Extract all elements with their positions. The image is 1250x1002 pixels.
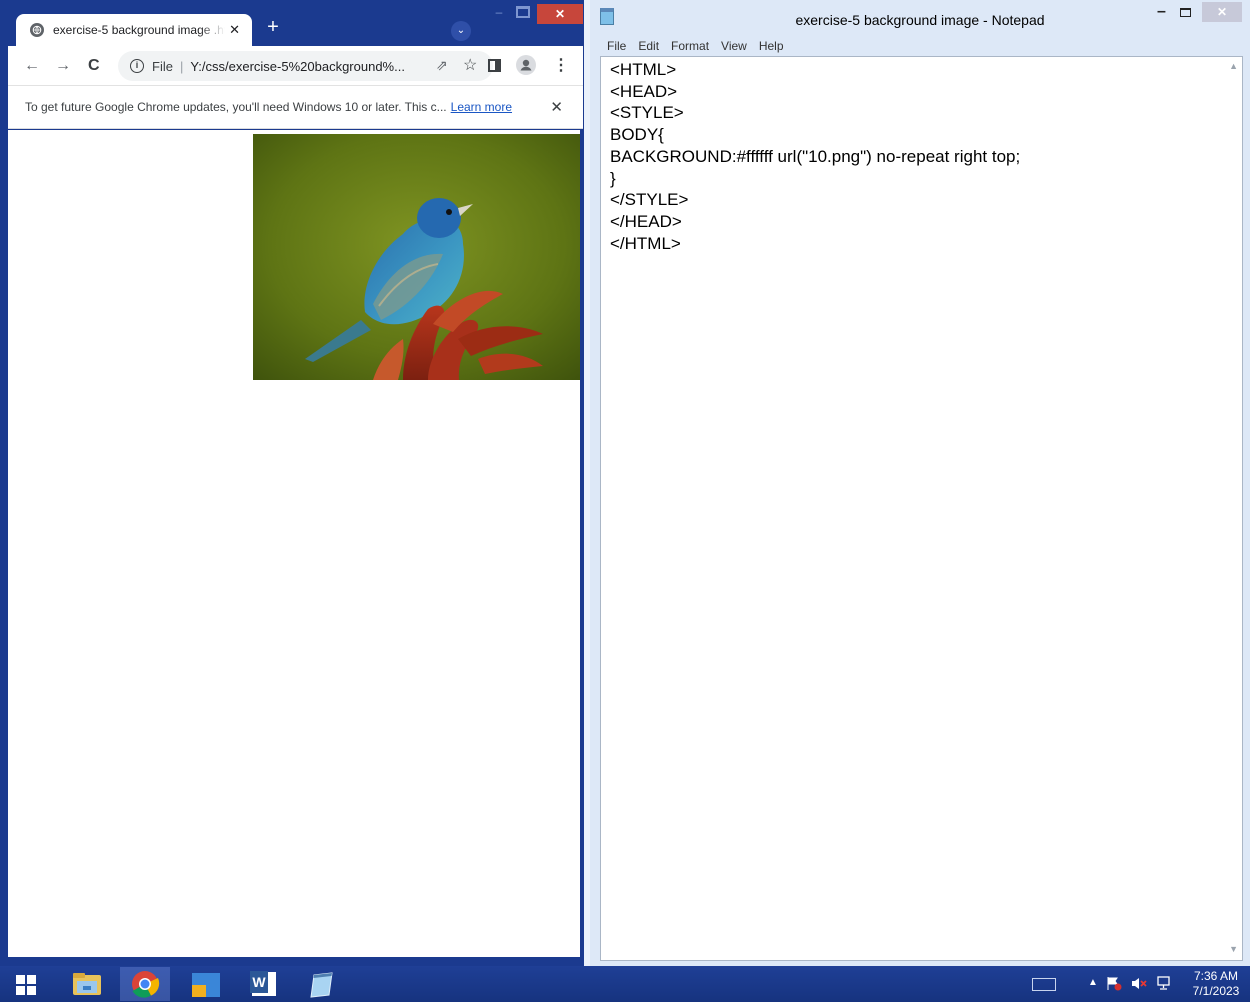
notepad-titlebar: exercise-5 background image - Notepad – …: [590, 0, 1250, 38]
chrome-titlebar: exercise-5 background image .html ✕ + ⌄ …: [0, 0, 590, 46]
taskbar-clock[interactable]: 7:36 AM 7/1/2023: [1186, 969, 1246, 999]
taskbar-file-explorer[interactable]: [62, 967, 112, 1001]
chrome-window: exercise-5 background image .html ✕ + ⌄ …: [0, 0, 590, 966]
learn-more-link[interactable]: Learn more: [451, 100, 512, 114]
notepad-content[interactable]: <HTML> <HEAD> <STYLE> BODY{ BACKGROUND:#…: [610, 59, 1020, 254]
chrome-icon: [132, 971, 160, 998]
close-window-button[interactable]: ✕: [537, 4, 583, 24]
bird-background-image: [253, 134, 580, 380]
svg-text:W: W: [252, 974, 266, 990]
network-icon[interactable]: [1156, 976, 1172, 991]
side-panel-icon[interactable]: [488, 59, 501, 72]
show-hidden-icons-icon[interactable]: ▲: [1088, 977, 1098, 988]
url-scheme-label: File: [152, 58, 173, 74]
clock-date: 7/1/2023: [1192, 984, 1240, 998]
notepad-minimize-button[interactable]: –: [1157, 4, 1166, 20]
taskbar-word[interactable]: W: [238, 967, 288, 1001]
globe-icon: [30, 23, 44, 37]
address-bar[interactable]: i File | Y:/css/exercise-5%20background%…: [118, 51, 493, 81]
forward-arrow-icon[interactable]: →: [55, 56, 71, 76]
minimize-button[interactable]: –: [490, 6, 508, 18]
menu-view[interactable]: View: [721, 38, 747, 56]
menu-help[interactable]: Help: [759, 38, 784, 56]
notepad-text-area[interactable]: <HTML> <HEAD> <STYLE> BODY{ BACKGROUND:#…: [600, 56, 1243, 961]
volume-muted-icon[interactable]: [1131, 976, 1147, 991]
windows-start-icon[interactable]: [16, 975, 36, 995]
notepad-close-button[interactable]: ✕: [1202, 2, 1242, 22]
tab-close-icon[interactable]: ✕: [229, 22, 240, 38]
notepad-icon: [310, 972, 333, 998]
page-viewport: [8, 130, 580, 957]
bookmark-star-icon[interactable]: ☆: [463, 55, 477, 75]
update-infobar: To get future Google Chrome updates, you…: [8, 86, 583, 129]
taskbar-notepad[interactable]: [298, 967, 348, 1001]
scroll-up-arrow-icon[interactable]: ▲: [1229, 61, 1238, 71]
action-center-flag-icon[interactable]: [1106, 976, 1122, 991]
maximize-button[interactable]: [516, 6, 530, 18]
word-icon: W: [250, 971, 276, 996]
notepad-maximize-button[interactable]: [1180, 8, 1191, 17]
chrome-toolbar: ← → C i File | Y:/css/exercise-5%20backg…: [8, 46, 583, 86]
new-tab-button[interactable]: +: [262, 16, 284, 38]
taskbar-chrome[interactable]: [120, 967, 170, 1001]
tab-title: exercise-5 background image .html: [53, 23, 225, 37]
share-icon[interactable]: ⇗: [436, 57, 448, 74]
menu-file[interactable]: File: [607, 38, 626, 56]
url-text[interactable]: Y:/css/exercise-5%20background%...: [190, 59, 405, 74]
infobar-close-icon[interactable]: ✕: [550, 98, 563, 116]
window-app-icon: [192, 973, 220, 997]
infobar-message: To get future Google Chrome updates, you…: [25, 100, 447, 114]
menu-kebab-icon[interactable]: ⋮: [553, 56, 569, 76]
keyboard-icon[interactable]: [1032, 978, 1056, 991]
taskbar: W ▲ 7:36 AM 7/1/2023: [0, 966, 1250, 1002]
info-icon[interactable]: i: [130, 59, 144, 73]
notepad-title: exercise-5 background image - Notepad: [795, 12, 1045, 28]
url-separator: |: [179, 58, 184, 74]
back-arrow-icon[interactable]: ←: [24, 56, 40, 76]
reload-icon[interactable]: C: [88, 56, 100, 76]
notepad-window: exercise-5 background image - Notepad – …: [590, 0, 1250, 966]
tab-search-chevron-icon[interactable]: ⌄: [451, 21, 471, 41]
menu-format[interactable]: Format: [671, 38, 709, 56]
notepad-menubar: File Edit Format View Help: [590, 38, 1250, 56]
file-explorer-icon: [73, 973, 101, 995]
taskbar-app-blue[interactable]: [180, 967, 230, 1001]
scroll-down-arrow-icon[interactable]: ▼: [1229, 944, 1238, 954]
menu-edit[interactable]: Edit: [638, 38, 659, 56]
clock-time: 7:36 AM: [1193, 969, 1239, 983]
profile-avatar-icon[interactable]: [516, 55, 536, 75]
tab-exercise-5[interactable]: exercise-5 background image .html ✕: [16, 14, 252, 46]
